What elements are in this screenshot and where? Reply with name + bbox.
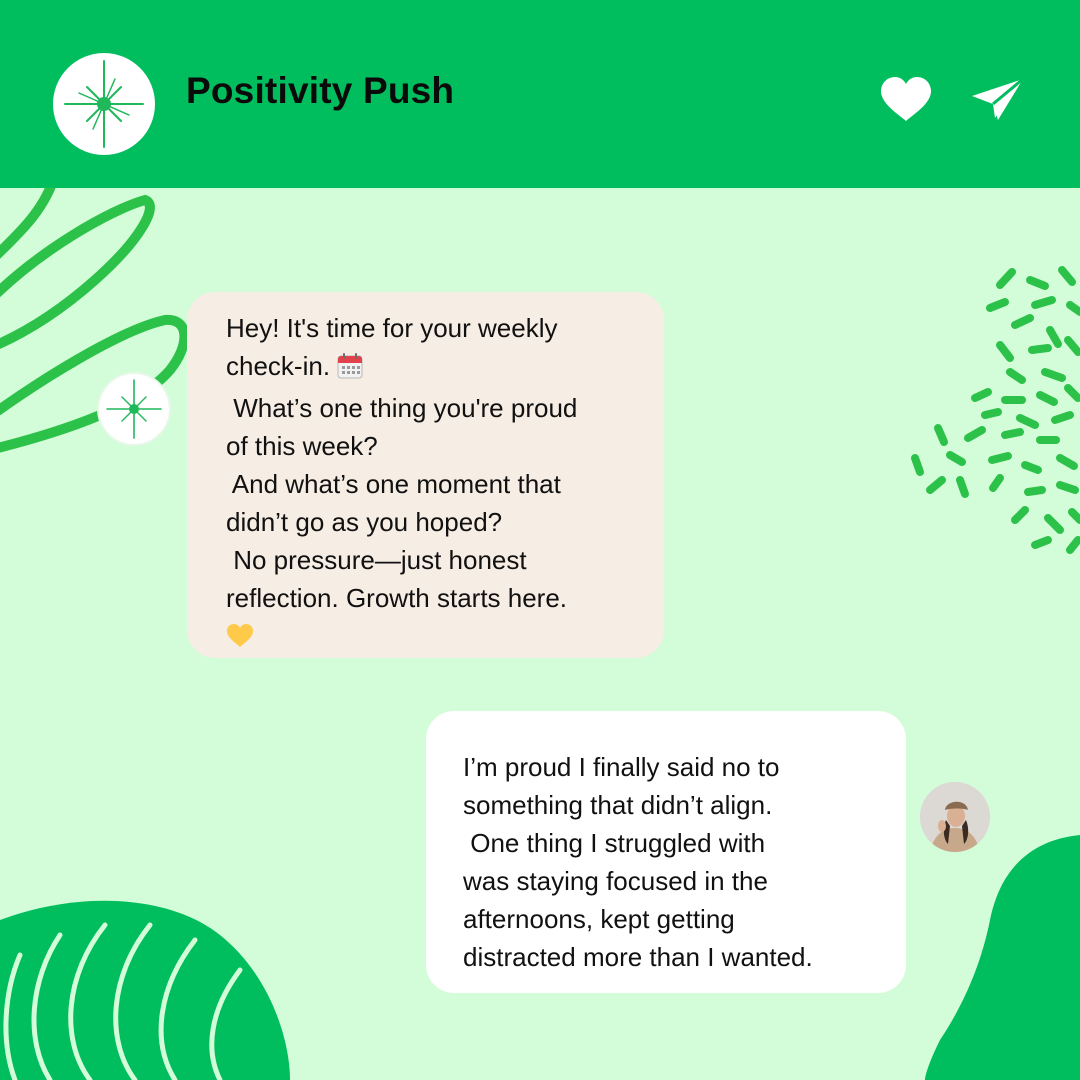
message-line — [226, 617, 642, 659]
bot-avatar — [99, 374, 169, 444]
message-line-text: check-in. — [226, 351, 331, 381]
like-button[interactable] — [878, 76, 934, 124]
message-line: something that didn’t align. — [463, 790, 773, 820]
share-button[interactable] — [968, 76, 1026, 124]
user-photo-avatar — [920, 782, 990, 852]
message-line: of this week? — [226, 431, 378, 461]
yellow-heart-icon — [226, 621, 254, 659]
striped-blob-decoration — [0, 900, 290, 1080]
heart-icon — [880, 77, 932, 121]
message-line: was staying focused in the — [463, 866, 768, 896]
bot-message-bubble: Hey! It's time for your weekly check-in.… — [187, 292, 664, 658]
app-logo — [53, 53, 155, 155]
calendar-icon — [337, 351, 363, 389]
dashes-decoration — [911, 266, 1080, 554]
message-line: And what’s one moment that — [226, 469, 561, 499]
message-line: What’s one thing you're proud — [226, 393, 578, 423]
message-line: afternoons, kept getting — [463, 904, 735, 934]
message-line: No pressure—just honest — [226, 545, 527, 575]
message-line: distracted more than I wanted. — [463, 942, 813, 972]
app-header: Positivity Push — [0, 0, 1080, 188]
green-blob-decoration — [925, 835, 1080, 1080]
app-title: Positivity Push — [186, 70, 455, 111]
user-avatar — [920, 782, 990, 852]
message-line: Hey! It's time for your weekly — [226, 313, 558, 343]
message-line: didn’t go as you hoped? — [226, 507, 503, 537]
message-line: check-in. — [226, 347, 642, 389]
message-line: I’m proud I finally said no to — [463, 752, 780, 782]
paper-plane-icon — [972, 77, 1024, 120]
message-line: One thing I struggled with — [463, 828, 766, 858]
sparkle-star-icon — [64, 60, 144, 148]
sparkle-star-icon — [106, 379, 162, 439]
message-line: reflection. Growth starts here. — [226, 583, 568, 613]
user-message-bubble: I’m proud I finally said no to something… — [426, 711, 906, 993]
